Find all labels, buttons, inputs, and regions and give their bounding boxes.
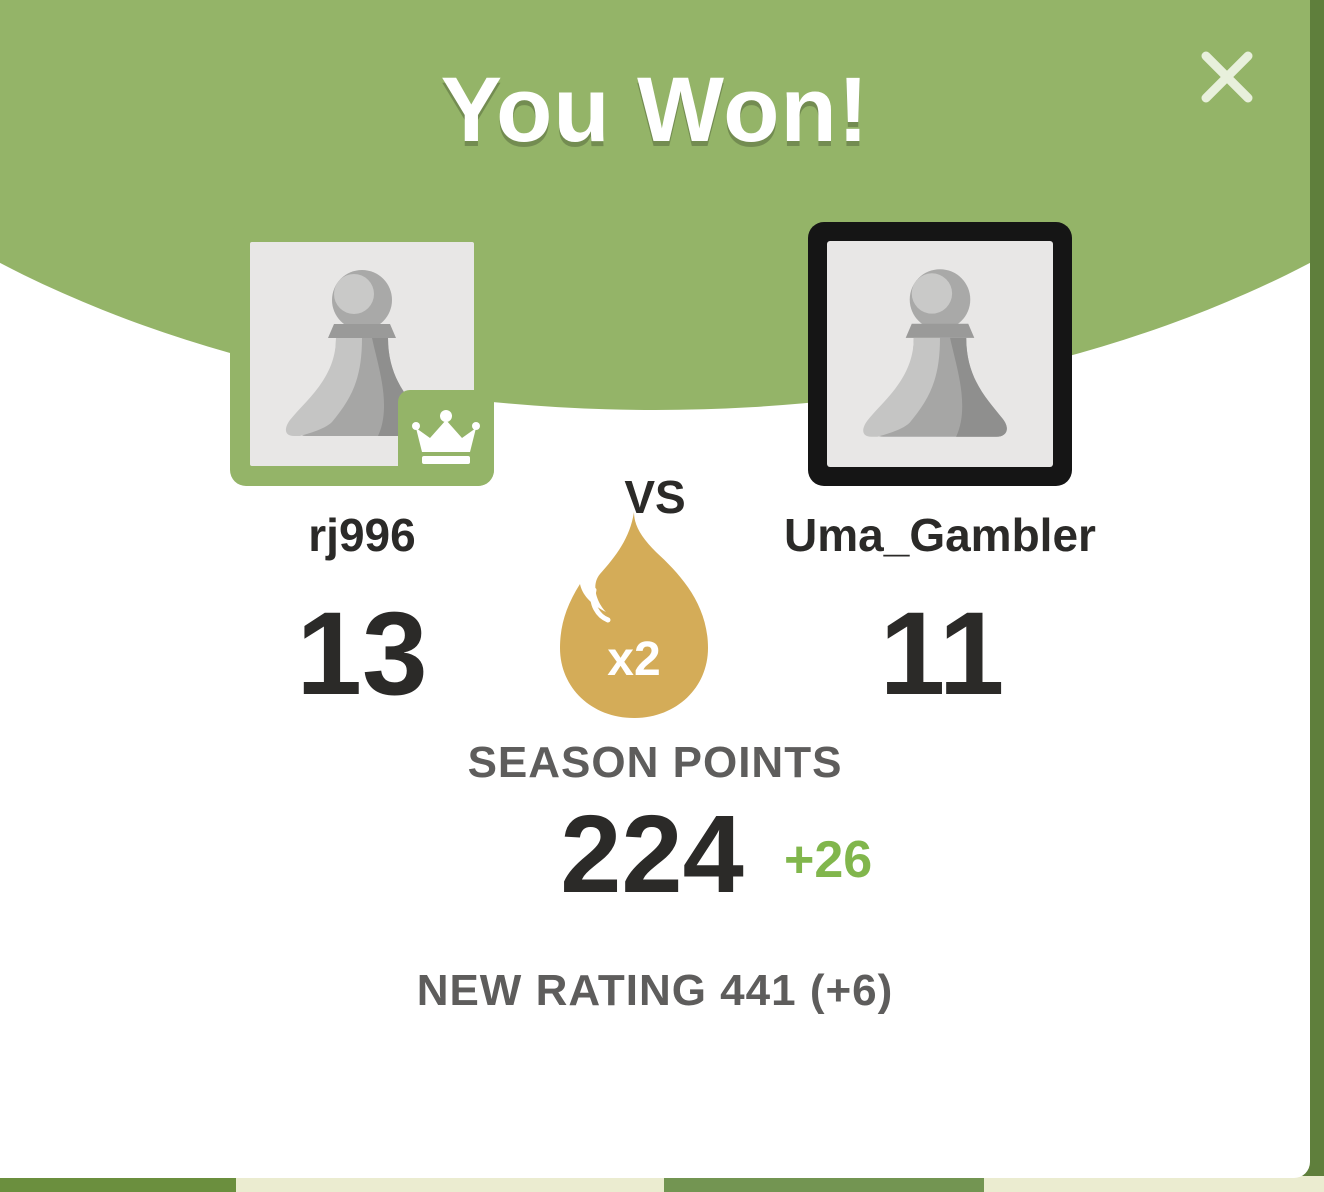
- versus-label: VS: [624, 471, 686, 523]
- close-button[interactable]: [1196, 46, 1258, 108]
- game-over-modal: You Won! rj996 Uma_Gambler VS x2 13 11 S…: [0, 0, 1310, 1178]
- board-square: [236, 1176, 664, 1192]
- crown-icon: [412, 410, 480, 464]
- player-username[interactable]: rj996: [230, 508, 494, 562]
- result-title: You Won!: [440, 59, 870, 161]
- multiplier-label: x2: [607, 633, 661, 686]
- new-rating: NEW RATING 441 (+6): [416, 966, 894, 1015]
- opponent-username[interactable]: Uma_Gambler: [740, 508, 1140, 562]
- board-background: [0, 1176, 1324, 1192]
- opponent-score: 11: [879, 588, 1005, 720]
- game-over-screen: You Won! rj996 Uma_Gambler VS x2 13 11 S…: [0, 0, 1324, 1192]
- board-square: [664, 1176, 984, 1192]
- flame-multiplier: [560, 508, 708, 720]
- close-icon: [1201, 51, 1253, 103]
- player-score: 13: [296, 588, 428, 720]
- flame-icon: [560, 512, 708, 718]
- season-points-row: 224 +26: [0, 800, 1310, 910]
- season-points-label: SEASON POINTS: [467, 738, 843, 787]
- board-square: [0, 1176, 236, 1192]
- winner-badge: [398, 390, 494, 486]
- season-points-delta: +26: [784, 831, 873, 889]
- season-points-value: 224: [560, 793, 744, 916]
- pawn-icon: [863, 269, 1007, 437]
- board-square: [984, 1176, 1324, 1192]
- opponent-avatar[interactable]: [808, 222, 1072, 486]
